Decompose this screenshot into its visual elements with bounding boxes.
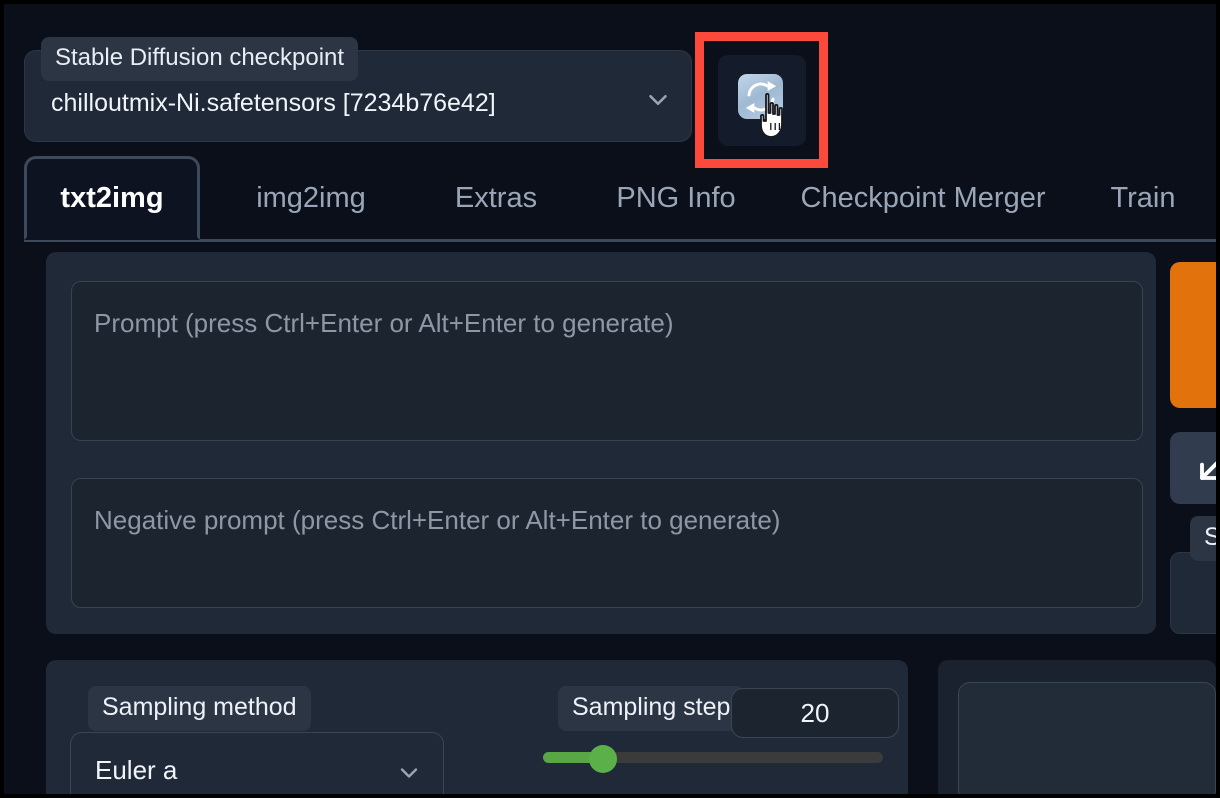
negative-prompt-input[interactable]: Negative prompt (press Ctrl+Enter or Alt… [71,478,1143,608]
tab-label: txt2img [60,181,164,214]
prompt-panel: Prompt (press Ctrl+Enter or Alt+Enter to… [46,252,1156,634]
slider-thumb[interactable] [589,745,617,773]
checkpoint-value: chilloutmix-Ni.safetensors [7234b76e42] [51,89,496,117]
tab-checkpoint-merger[interactable]: Checkpoint Merger [773,156,1073,240]
tab-train[interactable]: Train [1073,156,1213,240]
prompt-placeholder: Prompt (press Ctrl+Enter or Alt+Enter to… [94,308,674,338]
sampling-steps-slider[interactable] [543,745,883,773]
sampling-method-label: Sampling method [88,686,311,731]
tab-label: Checkpoint Merger [800,181,1046,214]
secondary-settings-box[interactable] [958,682,1216,794]
arrow-down-left-icon [1192,448,1216,488]
checkpoint-row: Stable Diffusion checkpoint chilloutmix-… [24,32,1204,168]
sampling-steps-label: Sampling step [558,686,745,731]
tab-extras[interactable]: Extras [413,156,579,240]
main-tab-bar: txt2img img2img Extras PNG Info Checkpoi… [24,156,1216,242]
sampling-method-value: Euler a [95,755,178,785]
generate-button[interactable] [1170,262,1216,408]
app-window: Stable Diffusion checkpoint chilloutmix-… [4,4,1216,794]
sampling-steps-value: 20 [800,697,830,728]
tab-png-info[interactable]: PNG Info [579,156,773,240]
chevron-down-icon [395,759,423,787]
secondary-settings-panel [938,660,1216,794]
tab-txt2img[interactable]: txt2img [24,156,200,240]
checkpoint-label: Stable Diffusion checkpoint [41,37,359,81]
tab-label: PNG Info [616,181,736,214]
tab-label: img2img [256,181,366,214]
restore-progress-button[interactable] [1170,432,1216,504]
sampling-steps-input[interactable]: 20 [731,688,899,738]
tab-label: Train [1110,181,1176,214]
prompt-input[interactable]: Prompt (press Ctrl+Enter or Alt+Enter to… [71,281,1143,441]
tab-img2img[interactable]: img2img [209,156,413,240]
sampling-settings-panel: Sampling method Euler a Sampling step 20 [46,660,908,794]
refresh-button-highlight-box [695,32,828,168]
styles-label: St [1190,516,1216,561]
tab-label: Extras [454,181,538,214]
styles-dropdown[interactable] [1170,552,1216,634]
negative-prompt-placeholder: Negative prompt (press Ctrl+Enter or Alt… [94,505,781,535]
chevron-down-icon [643,85,673,115]
checkpoint-dropdown[interactable]: Stable Diffusion checkpoint chilloutmix-… [24,37,692,142]
sampling-method-dropdown[interactable]: Euler a [70,732,444,794]
